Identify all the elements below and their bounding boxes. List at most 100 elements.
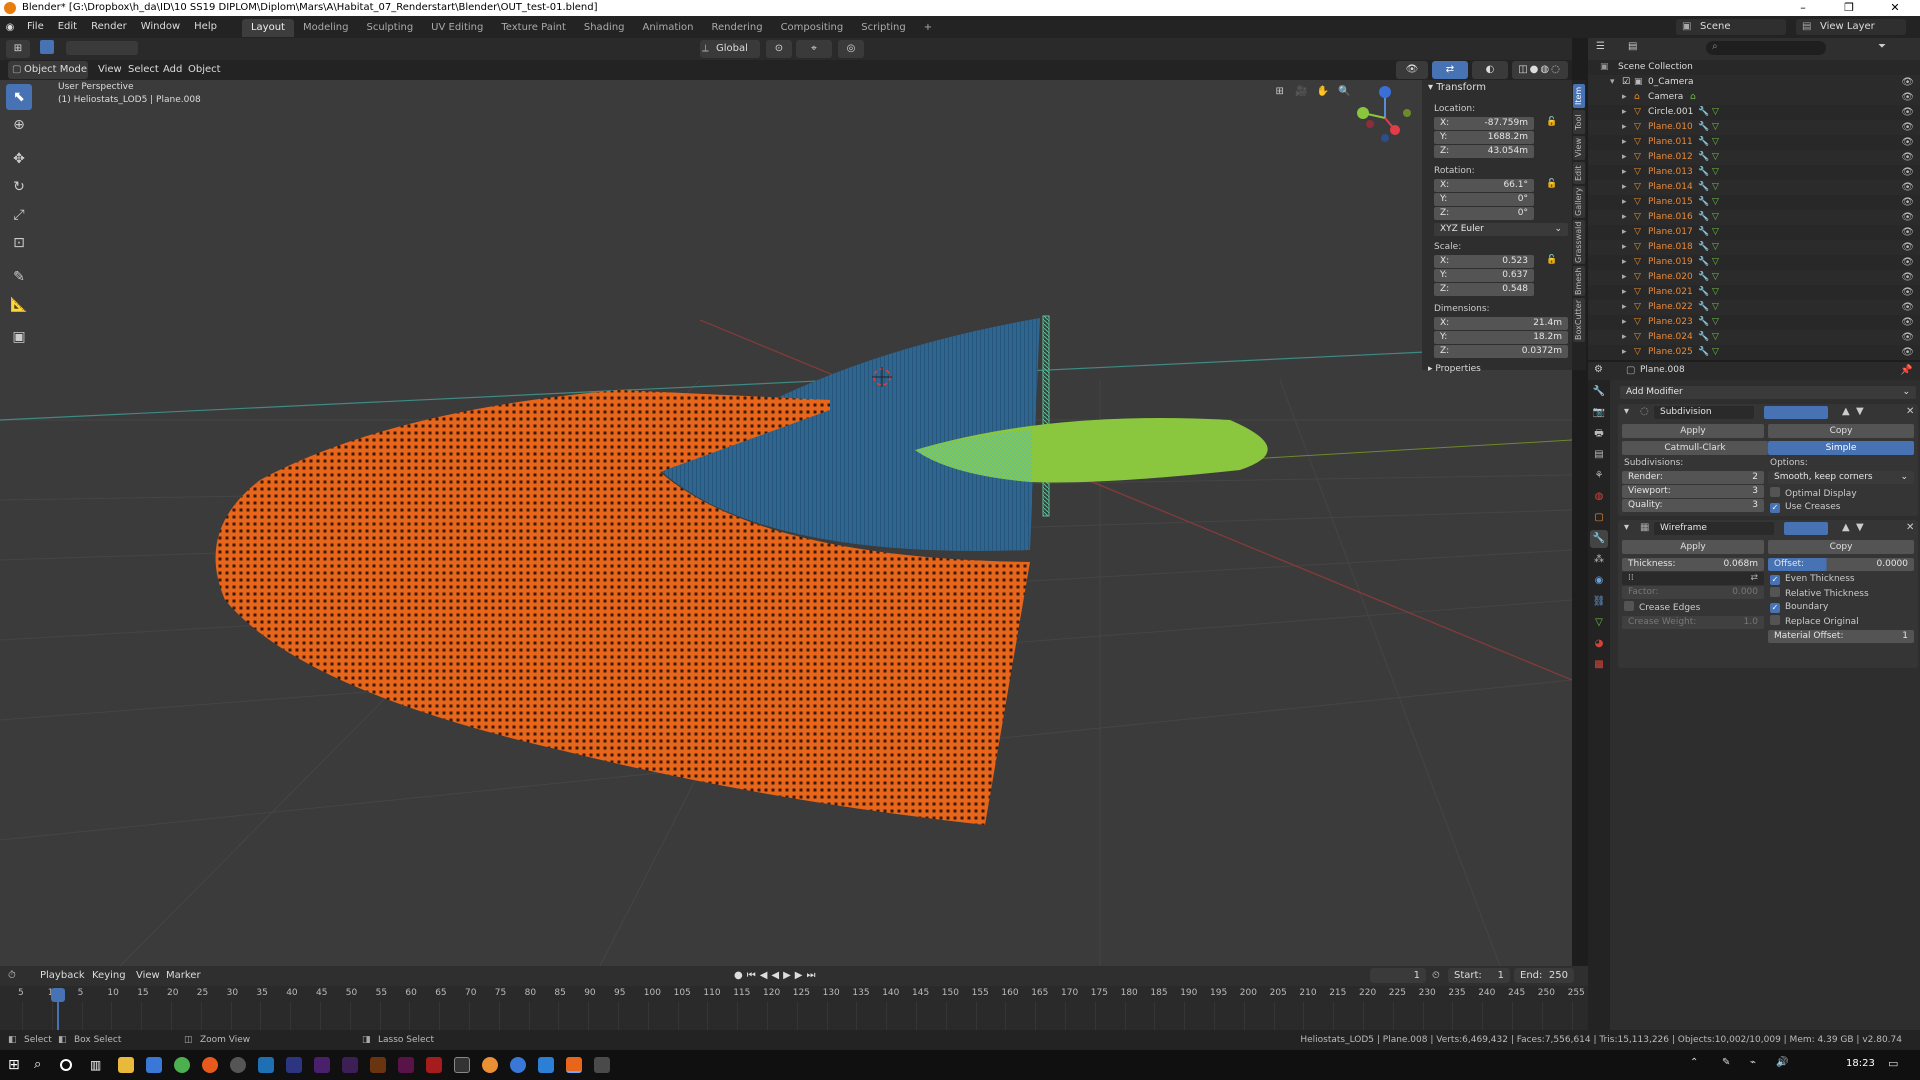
location-x-field[interactable]: X: -87.759m [1434,117,1534,130]
expand-arrow-icon[interactable]: ▸ [1622,345,1627,360]
maximize-button[interactable]: ❐ [1826,0,1872,16]
outlook-icon[interactable] [258,1057,274,1073]
premiere-icon[interactable] [342,1057,358,1073]
texture-tab-icon[interactable]: ▩ [1590,656,1608,674]
outliner-search-input[interactable]: ⌕ [1706,41,1826,55]
outliner-item-row[interactable]: ▸ ▽ Plane.018 🔧 ▽ 👁 [1588,240,1920,255]
current-frame-field[interactable]: 1 [1370,968,1426,983]
expand-arrow-icon[interactable]: ▸ [1622,165,1627,180]
eye-icon[interactable]: 👁 [1901,240,1914,255]
scale-x-field[interactable]: X: 0.523 [1434,255,1534,268]
expand-arrow-icon[interactable]: ▸ [1622,105,1627,120]
scene-selector[interactable]: ▣ Scene [1676,19,1786,35]
expand-arrow-icon[interactable]: ▸ [1622,285,1627,300]
app-icon[interactable] [594,1057,610,1073]
start-frame-field[interactable]: Start: 1 [1448,968,1510,983]
tab-compositing[interactable]: Compositing [772,19,853,37]
move-up-icon[interactable]: ▲ [1842,522,1850,533]
wireframe-name-field[interactable]: Wireframe [1654,522,1774,535]
subdivision-apply-button[interactable]: Apply [1622,424,1764,438]
minimize-button[interactable]: – [1780,0,1826,16]
tab-sculpting[interactable]: Sculpting [357,19,422,37]
scale-y-field[interactable]: Y: 0.637 [1434,269,1534,282]
scale-z-field[interactable]: Z: 0.548 [1434,283,1534,296]
tab-shading[interactable]: Shading [575,19,634,37]
tab-layout[interactable]: Layout [241,19,294,37]
add-workspace-button[interactable]: + [915,19,941,37]
tab-rendering[interactable]: Rendering [702,19,771,37]
modifier-visibility-toggles[interactable] [1784,522,1828,535]
quality-field[interactable]: Quality: 3 [1622,499,1764,512]
lock-icon[interactable]: 🔓 [1546,117,1557,127]
central-tower[interactable] [1042,315,1050,517]
blender-active-icon[interactable] [566,1057,582,1073]
move-down-icon[interactable]: ▼ [1856,522,1864,533]
cursor-tool-icon[interactable]: ⊕ [6,112,32,138]
move-up-icon[interactable]: ▲ [1842,406,1850,417]
lightroom-icon[interactable] [286,1057,302,1073]
file-explorer-icon[interactable] [118,1057,134,1073]
menu-timeline-view[interactable]: View [136,967,160,985]
expand-arrow-icon[interactable]: ▸ [1622,135,1627,150]
replace-original-checkbox[interactable]: Replace Original [1770,615,1859,628]
outliner-item-row[interactable]: ▸ ▽ Plane.025 🔧 ▽ 👁 [1588,345,1920,360]
relative-thickness-checkbox[interactable]: Relative Thickness [1770,587,1869,600]
select-mode-buttons[interactable] [66,41,138,55]
app-icon[interactable] [510,1057,526,1073]
outliner-item-row[interactable]: ▸ ▽ Plane.024 🔧 ▽ 👁 [1588,330,1920,345]
tab-uv-editing[interactable]: UV Editing [422,19,492,37]
clock-icon[interactable]: ⏲ [1432,967,1440,985]
material-tab-icon[interactable]: ◕ [1590,635,1608,653]
proportional-edit-icon[interactable]: ◎ [838,40,864,58]
tab-gallery[interactable]: Gallery [1573,186,1585,218]
select-box-tool-icon[interactable]: ⬉ [6,84,32,110]
menu-window[interactable]: Window [134,16,187,38]
menu-help[interactable]: Help [187,16,224,38]
expand-arrow-icon[interactable]: ▸ [1622,270,1627,285]
render-levels-field[interactable]: Render: 2 [1622,471,1764,484]
remove-modifier-icon[interactable]: ✕ [1906,406,1914,417]
outliner-item-row[interactable]: ▸ ▽ Plane.015 🔧 ▽ 👁 [1588,195,1920,210]
tab-texture-paint[interactable]: Texture Paint [492,19,575,37]
expand-arrow-icon[interactable]: ▸ [1622,225,1627,240]
render-tab-icon[interactable]: 📷 [1590,404,1608,422]
data-tab-icon[interactable]: ▽ [1590,614,1608,632]
boundary-checkbox[interactable]: ✓ Boundary [1770,601,1828,613]
wireframe-apply-button[interactable]: Apply [1622,540,1764,554]
scale-tool-icon[interactable]: ⤢ [6,202,32,228]
eye-icon[interactable]: 👁 [1901,225,1914,240]
swap-icon[interactable]: ⇄ [1750,572,1758,585]
remove-modifier-icon[interactable]: ✕ [1906,522,1914,533]
eye-icon[interactable]: 👁 [1901,315,1914,330]
tool-tab-icon[interactable]: 🔧 [1590,383,1608,401]
expand-arrow-icon[interactable]: ▸ [1622,90,1627,105]
select-tool-icon[interactable] [40,40,54,54]
constraints-tab-icon[interactable]: ⛓ [1590,593,1608,611]
menu-view[interactable]: View [98,61,122,79]
tab-grasswald[interactable]: Grasswald [1573,220,1585,264]
eye-icon[interactable]: 👁 [1901,75,1914,90]
tray-app-icon[interactable]: ✎ [1722,1057,1738,1073]
xd-icon[interactable] [398,1057,414,1073]
expand-arrow-icon[interactable]: ▸ [1622,210,1627,225]
properties-panel-header[interactable]: ▸ Properties [1428,364,1481,374]
annotate-tool-icon[interactable]: ✎ [6,264,32,290]
tab-bmesh[interactable]: Bmesh [1573,266,1585,296]
lock-icon[interactable]: 🔓 [1546,255,1557,265]
blender-task-icon[interactable] [482,1057,498,1073]
object-tab-icon[interactable]: ▢ [1590,509,1608,527]
tab-animation[interactable]: Animation [634,19,703,37]
particles-tab-icon[interactable]: ⁂ [1590,551,1608,569]
acrobat-icon[interactable] [426,1057,442,1073]
editor-type-icon[interactable]: ⊞ [6,40,30,58]
add-modifier-dropdown[interactable]: Add Modifier ⌄ [1620,386,1916,399]
eye-icon[interactable]: 👁 [1901,120,1914,135]
outliner-item-row[interactable]: ▸ ▽ Plane.020 🔧 ▽ 👁 [1588,270,1920,285]
crease-edges-checkbox[interactable]: Crease Edges [1624,601,1700,614]
outliner-collection-row[interactable]: ▾ ☑ ▣ 0_Camera 👁 [1588,75,1920,90]
tray-arrow-icon[interactable]: ⌃ [1690,1057,1706,1073]
menu-select[interactable]: Select [128,61,159,79]
snap-icon[interactable]: ⌖ [796,40,832,58]
use-creases-checkbox[interactable]: ✓ Use Creases [1770,501,1840,513]
menu-keying[interactable]: Keying [92,967,126,985]
